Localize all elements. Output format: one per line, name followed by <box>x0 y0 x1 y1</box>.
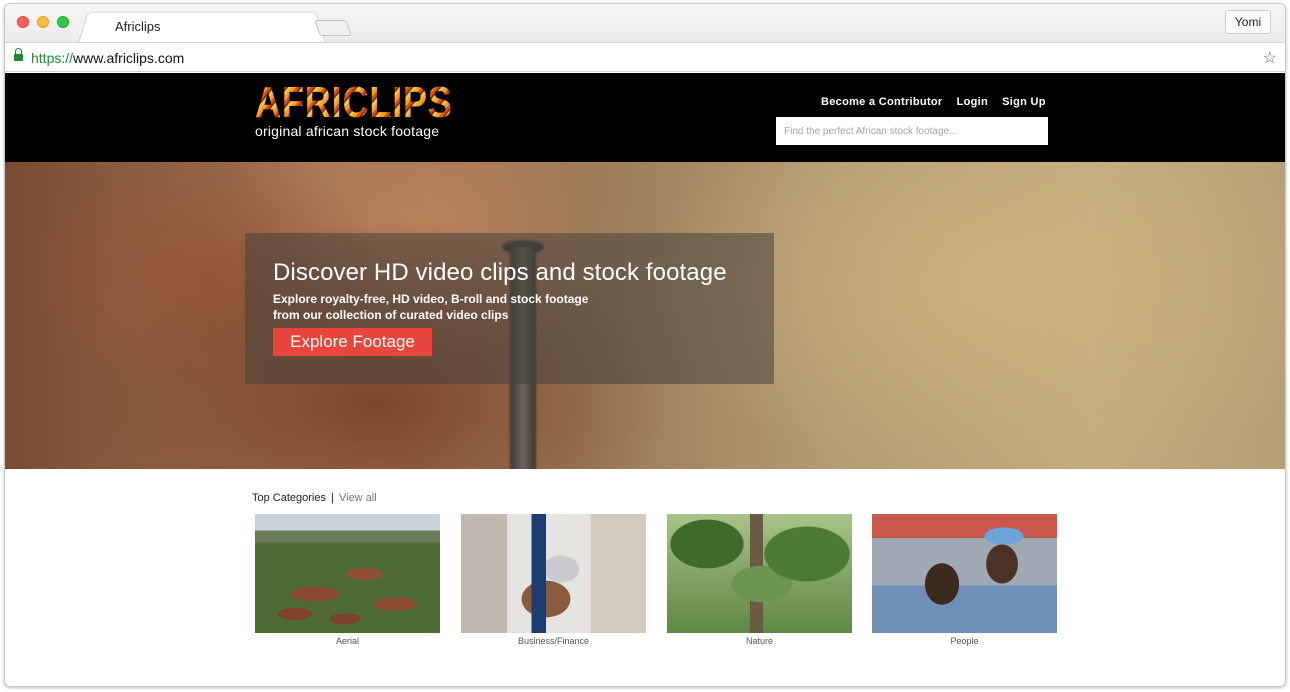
url-host: www.africlips.com <box>73 50 185 66</box>
maximize-window-button[interactable] <box>57 16 69 28</box>
site-logo[interactable]: AFRICLIPS original african stock footage <box>255 78 496 140</box>
site-header: AFRICLIPS original african stock footage… <box>5 73 1285 162</box>
category-card-nature[interactable]: Nature <box>667 514 852 646</box>
hero-subtitle-line-1: Explore royalty-free, HD video, B-roll a… <box>273 292 589 306</box>
category-label[interactable]: Aerial <box>255 636 440 646</box>
nav-become-contributor[interactable]: Become a Contributor <box>821 96 943 108</box>
category-thumbnail-aerial[interactable] <box>255 514 440 633</box>
close-window-button[interactable] <box>17 16 29 28</box>
minimize-window-button[interactable] <box>37 16 49 28</box>
explore-footage-button[interactable]: Explore Footage <box>273 328 432 356</box>
address-bar[interactable]: https://www.africlips.com ☆ <box>5 42 1285 72</box>
logo-wordmark: AFRICLIPS <box>255 78 453 127</box>
category-thumbnail-business-finance[interactable] <box>461 514 646 633</box>
hero-subtitle: Explore royalty-free, HD video, B-roll a… <box>273 291 613 323</box>
category-label[interactable]: Business/Finance <box>461 636 646 646</box>
top-categories-label: Top Categories <box>252 492 326 504</box>
top-nav: Become a Contributor Login Sign Up <box>821 96 1046 108</box>
hero-overlay: Discover HD video clips and stock footag… <box>245 233 774 384</box>
new-tab-button[interactable] <box>314 20 352 36</box>
tab-bar: Africlips Yomi <box>5 4 1285 44</box>
lock-icon <box>14 48 23 62</box>
url-scheme: https:// <box>31 50 74 66</box>
hero-subtitle-line-2: from our collection of curated video cli… <box>273 308 509 322</box>
view-all-link[interactable]: View all <box>339 492 377 504</box>
search-input[interactable] <box>776 117 1048 145</box>
hero-title: Discover HD video clips and stock footag… <box>273 259 727 286</box>
nav-login[interactable]: Login <box>957 96 988 108</box>
browser-window: Africlips Yomi https://www.africlips.com… <box>4 3 1286 687</box>
star-icon[interactable]: ☆ <box>1263 48 1277 68</box>
tab-title[interactable]: Africlips <box>115 19 161 34</box>
category-label[interactable]: People <box>872 636 1057 646</box>
heading-separator: | <box>331 492 334 504</box>
category-card-business-finance[interactable]: Business/Finance <box>461 514 646 646</box>
category-card-aerial[interactable]: Aerial <box>255 514 440 646</box>
url-text[interactable]: https://www.africlips.com <box>31 50 184 66</box>
category-card-people[interactable]: People <box>872 514 1057 646</box>
category-label[interactable]: Nature <box>667 636 852 646</box>
nav-sign-up[interactable]: Sign Up <box>1002 96 1046 108</box>
category-thumbnail-nature[interactable] <box>667 514 852 633</box>
hero-banner: Discover HD video clips and stock footag… <box>5 162 1285 469</box>
category-thumbnail-people[interactable] <box>872 514 1057 633</box>
top-categories-heading: Top Categories | View all <box>252 492 377 504</box>
profile-button[interactable]: Yomi <box>1225 10 1271 34</box>
